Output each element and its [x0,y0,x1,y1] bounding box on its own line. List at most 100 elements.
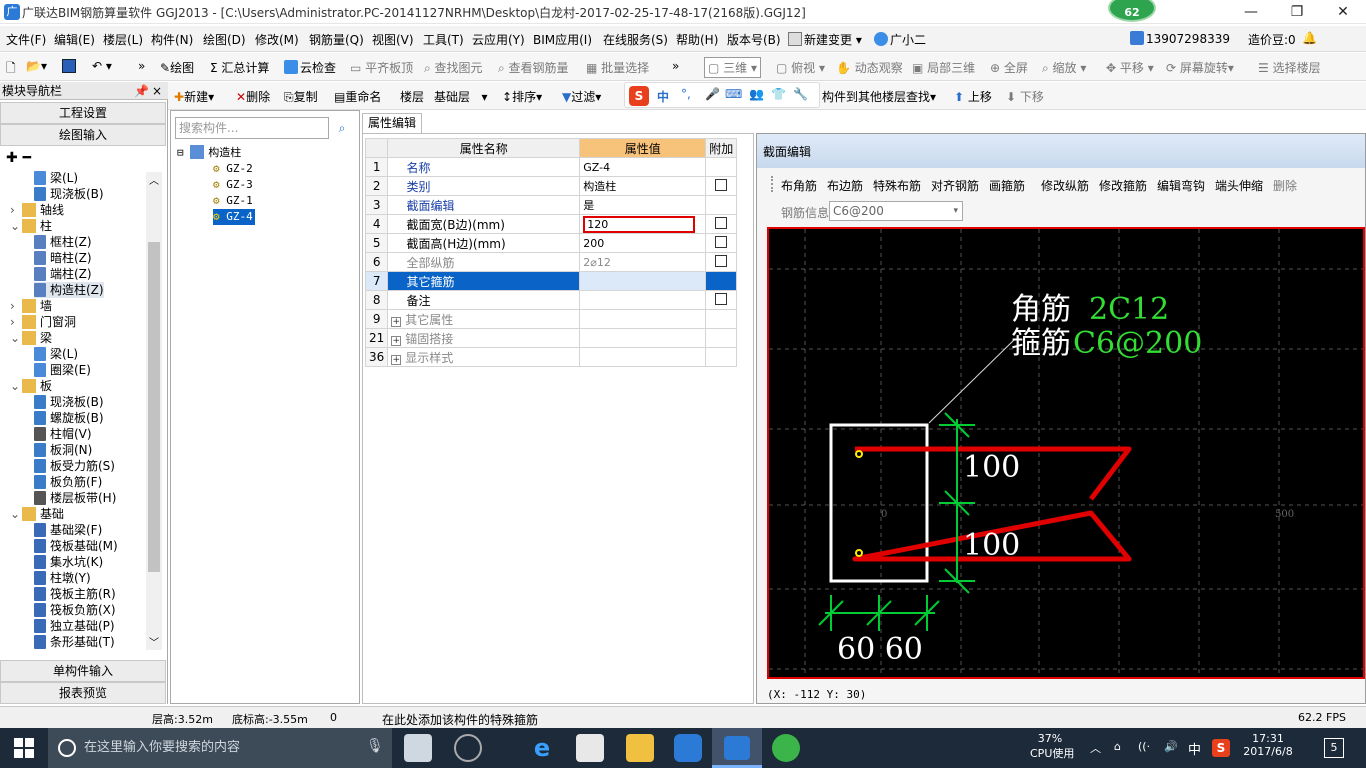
more-chevron-icon-2[interactable]: » [672,59,679,73]
property-value-cell[interactable]: 200 [579,233,707,253]
property-extra-cell[interactable] [705,290,738,310]
property-row[interactable]: 3 截面编辑 是 [364,195,738,215]
end-stretch-button[interactable]: 端头伸缩 [1215,177,1263,194]
minimize-button[interactable]: — [1228,0,1274,24]
delete-rebar-button[interactable]: 删除 [1273,177,1297,194]
copy-button[interactable]: ⎘复制 [284,88,318,105]
wrench-icon[interactable]: 🔧 [793,87,808,101]
nav-tree-item[interactable]: 梁(L) [34,170,78,186]
notification-badge[interactable]: 62 [1108,0,1156,22]
360-app-icon[interactable] [772,734,800,762]
draw-stirrup-button[interactable]: 画箍筋 [989,177,1025,194]
expand-toggle-icon[interactable]: › [10,314,22,330]
zoom-button[interactable]: ⌕ 缩放 ▾ [1042,59,1086,76]
property-extra-cell[interactable] [705,195,738,215]
menu-version[interactable]: 版本号(B) [727,31,781,48]
view-mode-select[interactable]: ▢ 三维 ▾ [704,57,762,78]
bell-icon[interactable]: 🔔 [1302,31,1317,45]
find-button[interactable]: 查找▾ [906,88,936,105]
user-account[interactable]: 13907298339 [1130,31,1230,46]
property-extra-cell[interactable] [705,252,738,272]
modify-long-rebar-button[interactable]: 修改纵筋 [1041,177,1089,194]
nav-tree-group[interactable]: › 墙 [10,298,52,314]
align-rebar-button[interactable]: 对齐钢筋 [931,177,979,194]
menu-tools[interactable]: 工具(T) [423,31,464,48]
menu-component[interactable]: 构件(N) [151,31,193,48]
nav-tree-item[interactable]: 筏板基础(M) [34,538,118,554]
menu-floor[interactable]: 楼层(L) [103,31,143,48]
nav-tree-item[interactable]: 基础梁(F) [34,522,102,538]
menu-edit[interactable]: 编辑(E) [54,31,95,48]
property-value-input[interactable]: 120 [583,215,696,233]
nav-tree-item[interactable]: 现浇板(B) [34,394,104,410]
extra-checkbox[interactable] [715,178,728,191]
edge-browser-icon[interactable]: e [528,734,556,762]
tab-property-edit[interactable]: 属性编辑 [362,113,422,133]
expand-toggle-icon[interactable]: ⌄ [10,506,22,522]
nav-tree-group[interactable]: ⌄ 梁 [10,330,52,346]
menu-help[interactable]: 帮助(H) [676,31,718,48]
app-icon-swirl[interactable] [454,734,482,762]
property-extra-cell[interactable] [705,309,738,329]
property-extra-cell[interactable] [705,271,738,291]
property-extra-cell[interactable] [705,214,738,234]
draw-input-button[interactable]: 绘图输入 [0,124,166,146]
nav-tree-item[interactable]: 现浇板(B) [34,186,104,202]
new-file-icon[interactable]: 🗋 [6,59,16,80]
move-up-button[interactable]: ⬆ 上移 [954,88,992,105]
nav-tree-item[interactable]: 框柱(Z) [34,234,92,250]
property-row[interactable]: 4 截面宽(B边)(mm) 120 [364,214,738,234]
rename-button[interactable]: ▤重命名 [334,88,381,105]
view-rebar-button[interactable]: ⌕ 查看钢筋量 [498,59,569,76]
property-extra-cell[interactable] [705,233,738,253]
punct-icon[interactable]: °, [681,87,691,101]
property-row[interactable]: 21 + 锚固搭接 [364,328,738,348]
nav-tree-item[interactable]: 圈梁(E) [34,362,91,378]
menu-rebar[interactable]: 钢筋量(Q) [309,31,364,48]
nav-tree-item[interactable]: 柱帽(V) [34,426,92,442]
batch-select-button[interactable]: ▦ 批量选择 [586,59,649,76]
cloud-check-button[interactable]: 云检查 [284,59,336,76]
nav-tree-group[interactable]: ⌄ 基础 [10,506,64,522]
ggj-app-active[interactable] [712,728,762,768]
property-value-cell[interactable] [579,328,707,348]
corner-rebar-button[interactable]: 布角筋 [781,177,817,194]
corner-rebar-dot[interactable] [855,450,863,458]
tray-up-chevron-icon[interactable]: ︿ [1090,740,1101,756]
tray-sogou-icon[interactable]: S [1212,739,1230,757]
edit-hook-button[interactable]: 编辑弯钩 [1157,177,1205,194]
property-value-cell[interactable]: 120 [579,214,707,234]
keyboard-icon[interactable]: ⌨ [725,87,742,101]
dynamic-view-button[interactable]: ✋ 动态观察 [836,59,903,76]
ime-mode[interactable]: 中 [657,88,669,105]
tray-volume-icon[interactable]: 🔊 [1164,740,1178,753]
user-ime-icon[interactable]: 👥 [749,87,764,101]
search-icon[interactable]: ⌕ [331,117,353,139]
close-panel-icon[interactable]: × [152,82,162,100]
property-extra-cell[interactable] [705,176,738,196]
component-root[interactable]: ⊟ 构造柱 [177,145,241,161]
component-item[interactable]: ⚙ GZ-3 [213,177,253,193]
more-chevron-icon[interactable]: » [138,59,145,73]
expand-toggle-icon[interactable]: ⌄ [10,378,22,394]
component-item[interactable]: ⚙ GZ-1 [213,193,253,209]
expand-plus-icon[interactable]: + [391,335,402,346]
property-row[interactable]: 9 + 其它属性 [364,309,738,329]
property-row[interactable]: 8 备注 [364,290,738,310]
nav-tree-item[interactable]: 板受力筋(S) [34,458,115,474]
expand-plus-icon[interactable]: + [391,354,402,365]
property-value-cell[interactable]: 构造柱 [579,176,707,196]
copy-to-floor-button[interactable]: 构件到其他楼层 [822,88,906,105]
sogou-icon[interactable]: S [629,86,649,106]
sort-button[interactable]: ↕排序▾ [502,88,542,105]
menu-draw[interactable]: 绘图(D) [203,31,246,48]
nav-tree-item[interactable]: 楼层板带(H) [34,490,116,506]
property-value-cell[interactable] [579,309,707,329]
sum-calc-button[interactable]: Σ 汇总计算 [210,59,269,76]
undo-icon[interactable]: ↶ ▾ [92,59,112,73]
extra-checkbox[interactable] [715,235,728,248]
component-search-input[interactable]: 搜索构件... [175,117,329,139]
property-extra-cell[interactable] [705,157,738,177]
property-value-cell[interactable]: 2⌀12 [579,252,707,272]
taskview-app-icon[interactable] [404,734,432,762]
